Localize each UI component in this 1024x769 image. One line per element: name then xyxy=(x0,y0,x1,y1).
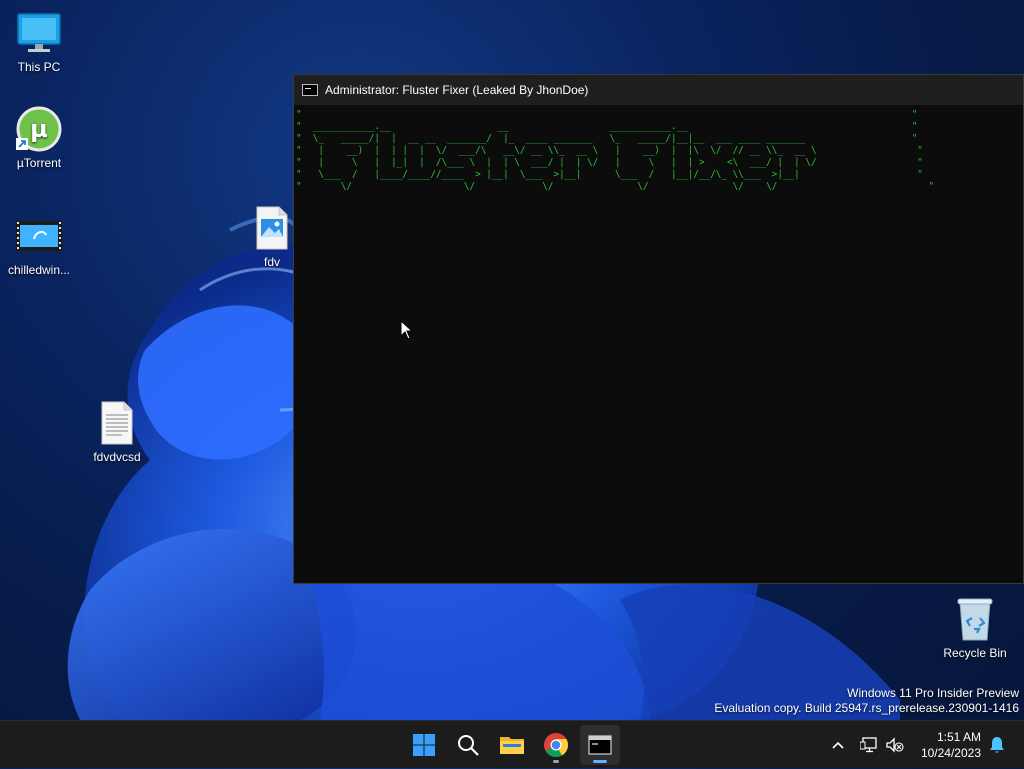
clock[interactable]: 1:51 AM 10/24/2023 xyxy=(921,729,981,761)
desktop-icon-chilledwin[interactable]: chilledwin... xyxy=(1,213,77,277)
ascii-line: " ___________.__ __ ___________.__ " xyxy=(296,121,918,132)
network-icon xyxy=(860,737,877,753)
watermark-line-1: Windows 11 Pro Insider Preview xyxy=(847,686,1019,700)
chevron-up-icon xyxy=(832,741,844,749)
desktop-icon-fdvdvcsd[interactable]: fdvdvcsd xyxy=(79,400,155,464)
volume-button[interactable] xyxy=(884,721,906,769)
search-icon xyxy=(458,735,479,756)
terminal-button[interactable] xyxy=(580,725,620,765)
ascii-line: " \/ \/ \/ \/ \/ \/ " xyxy=(296,181,935,192)
clock-time: 1:51 AM xyxy=(936,730,981,744)
ascii-line: " \___ / |____/____//____ > |__| \___ >|… xyxy=(296,169,923,180)
text-file-icon xyxy=(94,400,140,446)
ascii-line: " | \ | |_| | /\___ \ | | \ ___/ | | \/ … xyxy=(296,157,923,168)
taskbar: 1:51 AM 10/24/2023 xyxy=(0,720,1024,768)
cmd-icon xyxy=(588,735,612,755)
clock-date: 10/24/2023 xyxy=(920,746,981,760)
desktop-icon-label: This PC xyxy=(17,60,61,74)
ascii-line: " " xyxy=(296,109,918,120)
active-indicator xyxy=(593,760,607,763)
desktop-icon-utorrent[interactable]: µ µTorrent xyxy=(1,106,77,170)
notifications-button[interactable] xyxy=(986,721,1008,769)
image-file-icon xyxy=(249,205,295,251)
desktop-icon-label: µTorrent xyxy=(16,156,62,170)
chrome-icon xyxy=(544,733,568,758)
bell-icon xyxy=(990,737,1004,753)
desktop-icon-recycle-bin[interactable]: Recycle Bin xyxy=(937,596,1013,660)
show-hidden-icons-button[interactable] xyxy=(826,721,850,769)
console-titlebar[interactable]: Administrator: Fluster Fixer (Leaked By … xyxy=(294,75,1023,105)
chrome-button[interactable] xyxy=(536,725,576,765)
desktop-icon-this-pc[interactable]: This PC xyxy=(1,10,77,74)
network-button[interactable] xyxy=(858,721,880,769)
mouse-cursor-icon xyxy=(400,319,414,345)
recycle-bin-icon xyxy=(952,596,998,642)
file-explorer-button[interactable] xyxy=(492,725,532,765)
console-title: Administrator: Fluster Fixer (Leaked By … xyxy=(325,83,589,97)
monitor-icon xyxy=(16,10,62,56)
cmd-icon xyxy=(302,84,318,96)
running-indicator xyxy=(553,760,559,763)
svg-text:µ: µ xyxy=(30,115,48,143)
start-button[interactable] xyxy=(404,725,444,765)
desktop-icon-label: Recycle Bin xyxy=(943,646,1007,660)
desktop-icon-label: fdvdvcsd xyxy=(93,450,141,464)
ascii-line: " \_ _____/| | __ __ _______/ |_ ____ __… xyxy=(296,133,918,144)
video-file-icon xyxy=(16,213,62,259)
watermark-line-2: Evaluation copy. Build 25947.rs_prerelea… xyxy=(714,701,1019,715)
windows-logo-icon xyxy=(413,734,435,756)
folder-icon xyxy=(500,737,524,754)
windows-watermark: Windows 11 Pro Insider Preview Evaluatio… xyxy=(714,686,1019,716)
ascii-line: " | __) | | | | \/ ___/\ __\/ __ \\_ __ … xyxy=(296,145,923,156)
search-button[interactable] xyxy=(448,725,488,765)
utorrent-icon: µ xyxy=(16,106,62,152)
desktop-icon-label: chilledwin... xyxy=(7,263,71,277)
volume-muted-icon xyxy=(886,737,904,753)
console-output[interactable]: " " " ___________.__ __ ___________.__ "… xyxy=(294,105,1023,197)
